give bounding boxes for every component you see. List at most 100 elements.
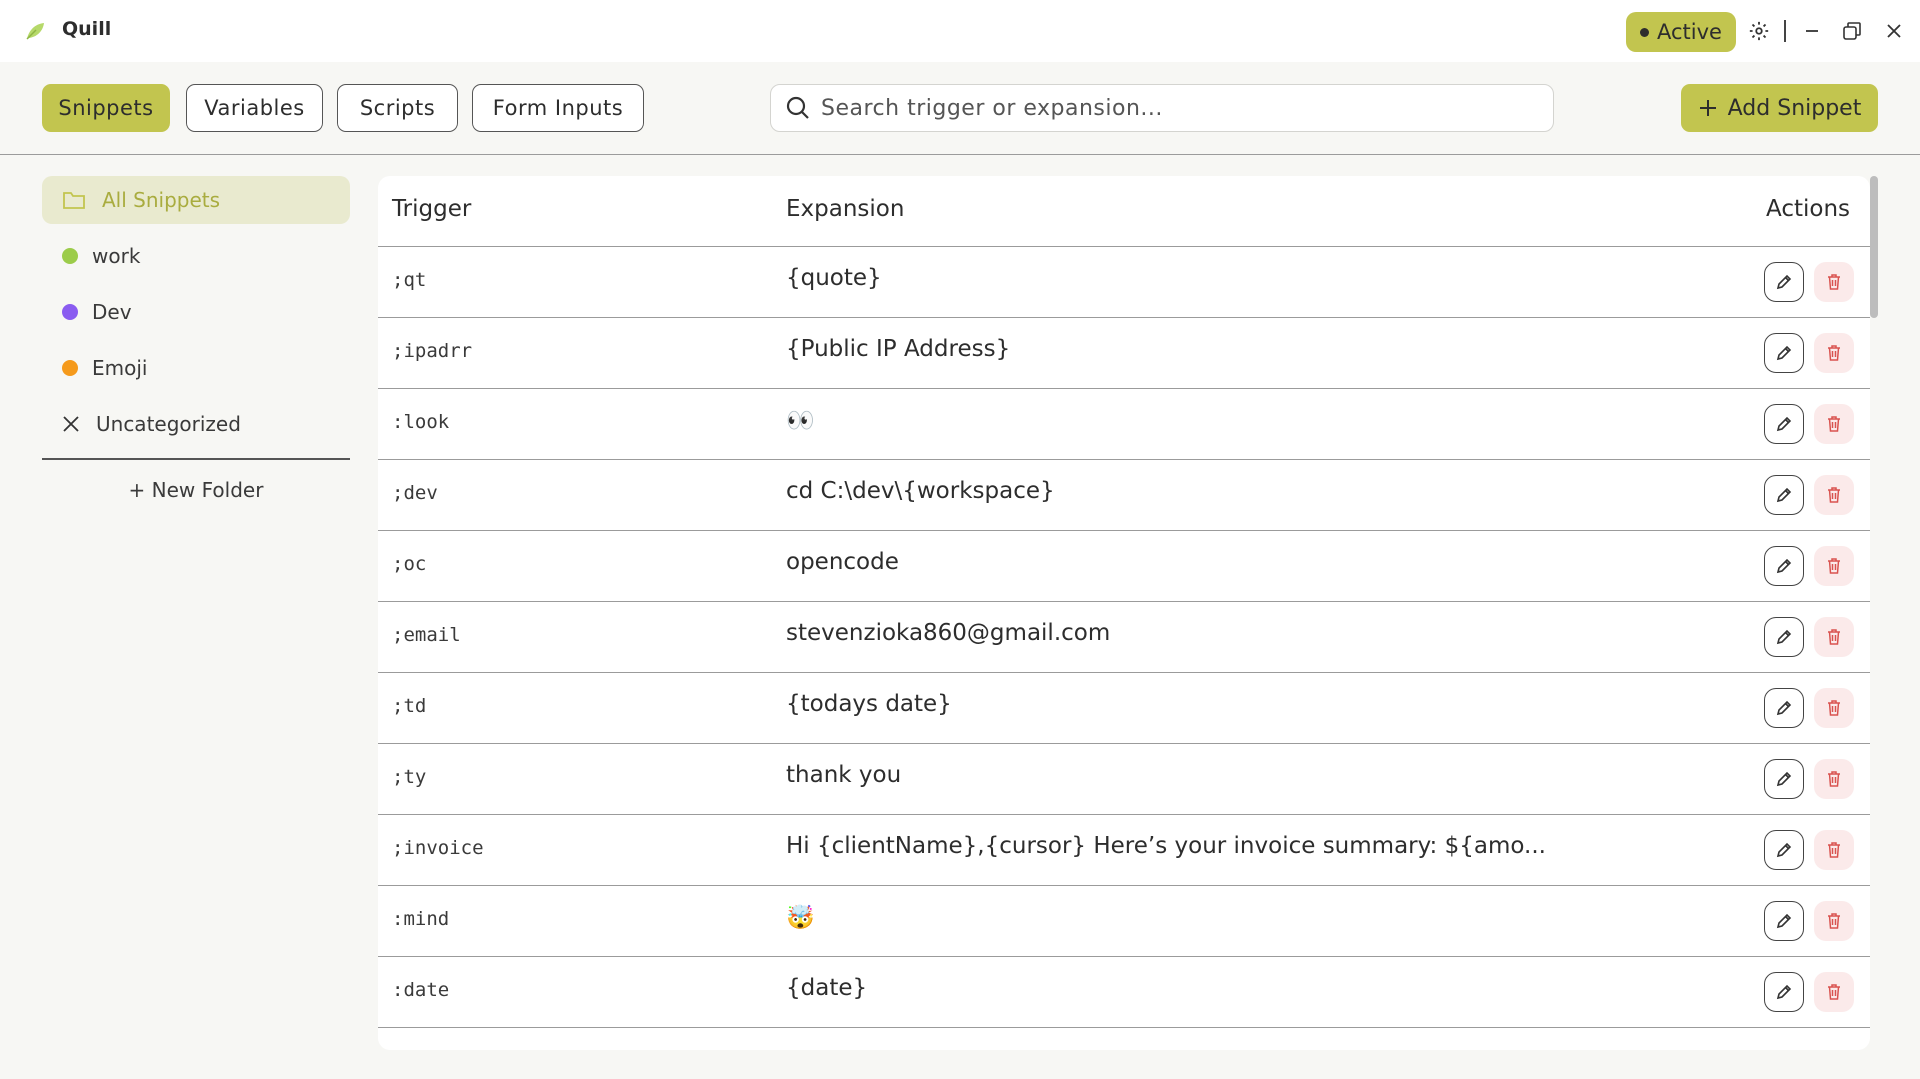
table-row: ;oc opencode [378, 531, 1870, 602]
sidebar-item-all-snippets[interactable]: All Snippets [42, 176, 350, 224]
trash-icon [1828, 416, 1840, 432]
expansion-cell: opencode [786, 549, 899, 575]
trash-icon [1828, 842, 1840, 858]
pencil-icon [1776, 629, 1792, 645]
edit-button[interactable] [1764, 262, 1804, 302]
edit-button[interactable] [1764, 759, 1804, 799]
active-status-toggle[interactable]: Active [1626, 12, 1736, 52]
trigger-cell: :date [392, 979, 450, 1001]
edit-button[interactable] [1764, 475, 1804, 515]
folder-color-dot [62, 304, 78, 320]
table-body: ;qt {quote} ;ipadrr {Public IP Address} :loo… [378, 247, 1870, 1028]
trash-icon [1828, 629, 1840, 645]
table-row: ;invoice Hi {clientName},{cursor} Here’s … [378, 815, 1870, 886]
header-actions: Actions [1766, 196, 1851, 222]
table-row: :mind 🤯 [378, 886, 1870, 957]
pencil-icon [1776, 558, 1792, 574]
sidebar-item-emoji[interactable]: Emoji [42, 344, 350, 392]
status-dot-icon [1640, 27, 1650, 37]
trigger-cell: ;email [392, 624, 461, 646]
sidebar-item-label: Emoji [92, 356, 148, 380]
add-snippet-button[interactable]: Add Snippet [1681, 84, 1878, 132]
sidebar-item-uncategorized[interactable]: Uncategorized [42, 400, 350, 448]
trash-icon [1828, 345, 1840, 361]
trash-icon [1828, 487, 1840, 503]
table-row: ;ipadrr {Public IP Address} [378, 318, 1870, 389]
delete-button[interactable] [1814, 475, 1854, 515]
delete-button[interactable] [1814, 688, 1854, 728]
new-folder-button[interactable]: + New Folder [42, 460, 350, 520]
folder-color-dot [62, 248, 78, 264]
sidebar: All Snippets work Dev Emoji Uncategorize… [42, 176, 350, 520]
search-input[interactable]: Search trigger or expansion... [770, 84, 1554, 132]
tab-form-inputs[interactable]: Form Inputs [472, 84, 644, 132]
sidebar-item-label: Uncategorized [96, 412, 241, 436]
delete-button[interactable] [1814, 901, 1854, 941]
trash-icon [1828, 274, 1840, 290]
tab-scripts[interactable]: Scripts [337, 84, 458, 132]
pencil-icon [1776, 984, 1792, 1000]
table-scrollbar[interactable] [1870, 176, 1878, 318]
table-row: ;email stevenzioka860@gmail.com [378, 602, 1870, 673]
expansion-cell: 👀 [786, 408, 815, 434]
trigger-cell: ;invoice [392, 837, 484, 859]
trigger-cell: :look [392, 411, 450, 433]
delete-button[interactable] [1814, 830, 1854, 870]
restore-icon[interactable] [1840, 19, 1864, 43]
expansion-cell: {date} [786, 975, 868, 1001]
toolbar: Snippets Variables Scripts Form Inputs S… [0, 62, 1920, 155]
delete-button[interactable] [1814, 404, 1854, 444]
edit-button[interactable] [1764, 617, 1804, 657]
pencil-icon [1776, 842, 1792, 858]
delete-button[interactable] [1814, 262, 1854, 302]
delete-button[interactable] [1814, 972, 1854, 1012]
edit-button[interactable] [1764, 830, 1804, 870]
trash-icon [1828, 771, 1840, 787]
table-row: ;qt {quote} [378, 247, 1870, 318]
expansion-cell: stevenzioka860@gmail.com [786, 620, 1111, 646]
delete-button[interactable] [1814, 617, 1854, 657]
edit-button[interactable] [1764, 901, 1804, 941]
titlebar-separator [1784, 20, 1786, 42]
snippets-table: Trigger Expansion Actions ;qt {quote} ;ipa… [378, 176, 1870, 1050]
trigger-cell: ;ipadrr [392, 340, 473, 362]
header-expansion: Expansion [786, 196, 905, 222]
expansion-cell: {quote} [786, 265, 882, 291]
delete-button[interactable] [1814, 333, 1854, 373]
minimize-icon[interactable] [1800, 19, 1824, 43]
edit-button[interactable] [1764, 404, 1804, 444]
edit-button[interactable] [1764, 333, 1804, 373]
table-row: ;td {todays date} [378, 673, 1870, 744]
sidebar-item-dev[interactable]: Dev [42, 288, 350, 336]
edit-button[interactable] [1764, 688, 1804, 728]
table-row: :date {date} [378, 957, 1870, 1028]
close-icon[interactable] [1882, 19, 1906, 43]
edit-button[interactable] [1764, 546, 1804, 586]
leaf-logo-icon [26, 23, 44, 40]
table-header: Trigger Expansion Actions [378, 176, 1870, 247]
tab-snippets[interactable]: Snippets [42, 84, 170, 132]
search-icon [786, 96, 809, 119]
x-icon [63, 416, 79, 432]
pencil-icon [1776, 274, 1792, 290]
settings-icon[interactable] [1747, 19, 1771, 43]
pencil-icon [1776, 416, 1792, 432]
plus-icon [1699, 100, 1716, 116]
edit-button[interactable] [1764, 972, 1804, 1012]
trigger-cell: ;oc [392, 553, 427, 575]
delete-button[interactable] [1814, 546, 1854, 586]
sidebar-item-work[interactable]: work [42, 232, 350, 280]
sidebar-item-label: All Snippets [102, 188, 221, 212]
pencil-icon [1776, 345, 1792, 361]
delete-button[interactable] [1814, 759, 1854, 799]
status-label: Active [1657, 20, 1722, 44]
trash-icon [1828, 700, 1840, 716]
table-row: ;dev cd C:\dev\{workspace} [378, 460, 1870, 531]
tab-variables[interactable]: Variables [186, 84, 323, 132]
trigger-cell: ;qt [392, 269, 427, 291]
folder-icon [63, 192, 85, 209]
pencil-icon [1776, 771, 1792, 787]
trash-icon [1828, 913, 1840, 929]
trigger-cell: ;ty [392, 766, 427, 788]
title-bar: Quill Active [0, 0, 1920, 62]
